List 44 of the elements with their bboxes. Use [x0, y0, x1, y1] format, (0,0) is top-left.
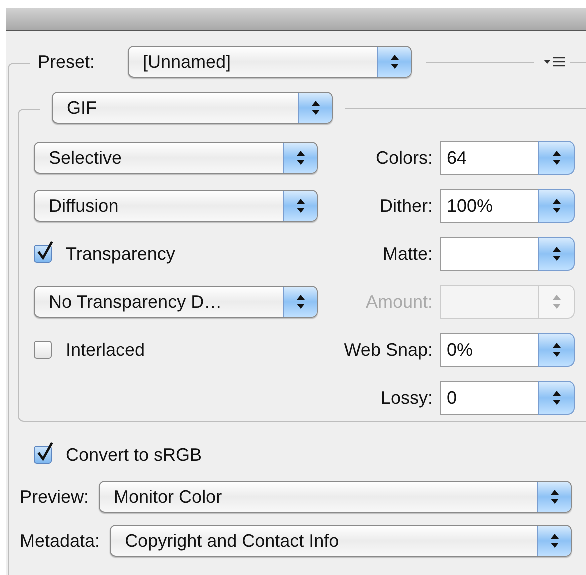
preview-dropdown[interactable]: Monitor Color — [99, 481, 572, 513]
updown-icon — [552, 199, 560, 213]
field-label: Amount: — [364, 292, 434, 312]
preview-label: Preview: — [20, 486, 90, 508]
updown-icon — [552, 343, 560, 357]
input-field[interactable] — [440, 237, 538, 271]
option-dropdown[interactable]: No Transparency D… — [34, 286, 318, 318]
preset-label: Preset: — [38, 52, 96, 72]
checkbox-label: Convert to sRGB — [66, 444, 202, 466]
updown-icon — [390, 55, 398, 69]
metadata-dropdown[interactable]: Copyright and Contact Info — [110, 525, 572, 557]
updown-icon — [552, 247, 560, 261]
field-label: Lossy: — [380, 388, 434, 408]
stepper-button[interactable] — [538, 381, 575, 415]
updown-icon — [296, 151, 304, 165]
checkbox-label: Transparency — [66, 244, 176, 264]
updown-icon — [296, 199, 304, 213]
checkbox-label: Interlaced — [66, 340, 146, 360]
stepper-button[interactable] — [538, 189, 575, 223]
updown-icon — [552, 151, 560, 165]
updown-icon — [552, 295, 560, 309]
field-label: Matte: — [382, 244, 434, 264]
option-dropdown[interactable]: Selective — [34, 142, 318, 174]
metadata-label: Metadata: — [20, 530, 100, 552]
updown-icon — [312, 101, 320, 115]
preset-dropdown[interactable]: [Unnamed] — [128, 46, 412, 78]
field-label: Colors: — [374, 148, 434, 168]
stepper-button[interactable] — [538, 333, 575, 367]
stepper-button[interactable] — [538, 141, 575, 175]
updown-icon — [296, 295, 304, 309]
updown-icon — [550, 534, 558, 548]
field-label: Dither: — [378, 196, 434, 216]
option-dropdown[interactable]: Diffusion — [34, 190, 318, 222]
panel-menu-icon[interactable] — [544, 55, 566, 69]
format-dropdown[interactable]: GIF — [52, 92, 333, 124]
updown-icon — [552, 391, 560, 405]
input-field[interactable]: 64 — [440, 141, 538, 175]
checkbox[interactable] — [34, 341, 52, 359]
input-field[interactable]: 0 — [440, 381, 538, 415]
input-field[interactable]: 100% — [440, 189, 538, 223]
updown-icon — [550, 490, 558, 504]
field-label: Web Snap: — [343, 340, 434, 360]
input-field[interactable]: 0% — [440, 333, 538, 367]
stepper-button[interactable] — [538, 237, 575, 271]
